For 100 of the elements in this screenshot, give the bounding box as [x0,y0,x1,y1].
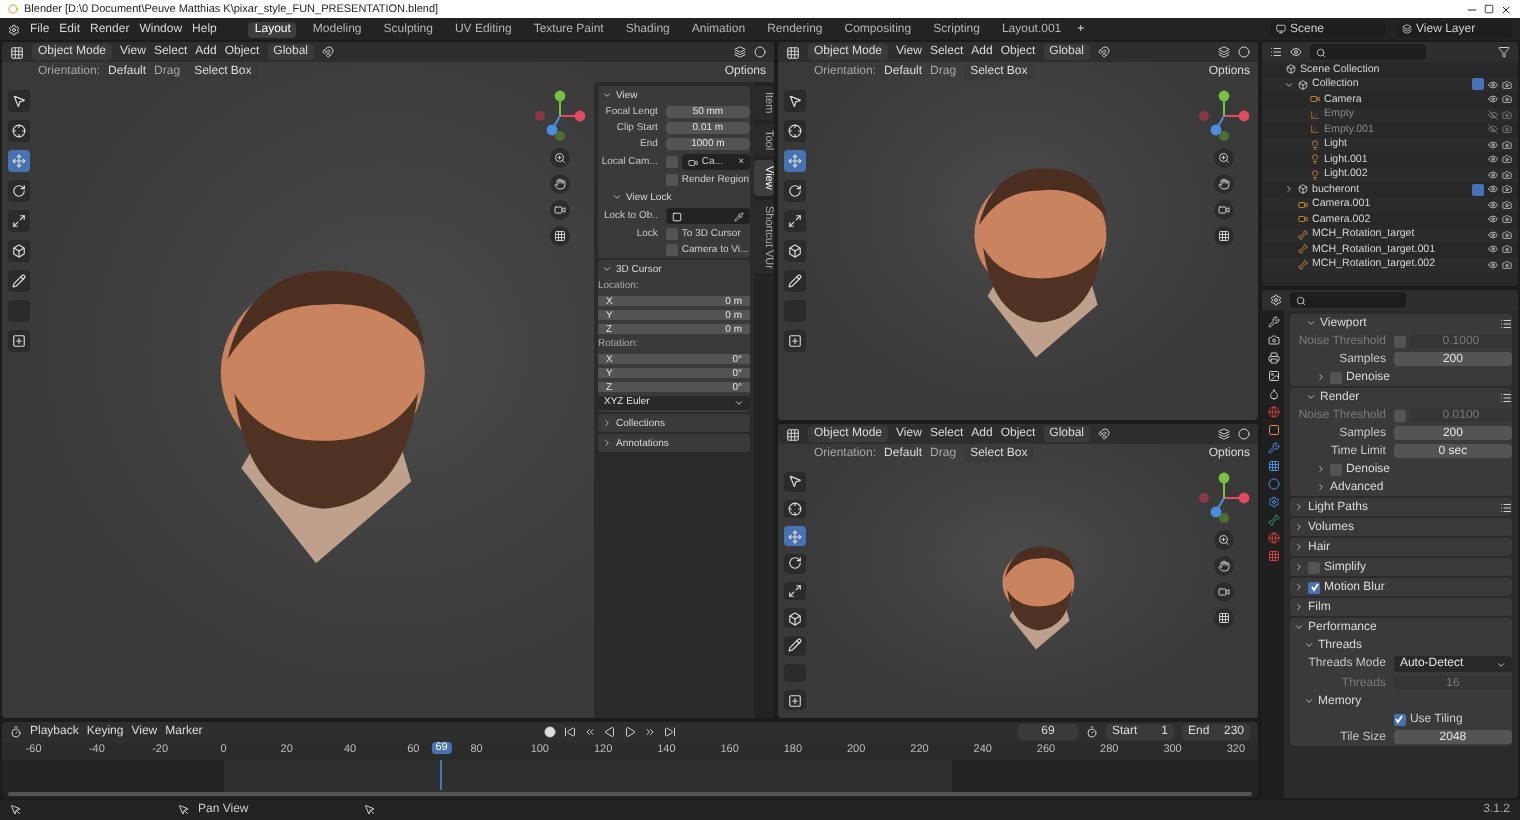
jump-start-icon[interactable] [564,726,577,738]
checkbox[interactable] [1472,78,1484,91]
collapse-caret-icon[interactable] [1294,582,1304,592]
collapse-caret-icon[interactable] [1316,372,1326,382]
checkbox[interactable] [1308,561,1320,573]
collapse-caret-icon[interactable] [1284,184,1294,195]
checkbox[interactable] [1330,463,1342,475]
axis-gizmo-icon[interactable] [1198,90,1250,142]
close-icon[interactable] [1500,3,1512,15]
play-reverse-icon[interactable] [604,726,617,738]
cursor-icon[interactable] [784,120,806,142]
eye-icon[interactable] [1488,184,1498,195]
camera-icon[interactable] [1214,200,1234,220]
collapse-caret-icon[interactable] [602,418,612,428]
camera-icon[interactable] [550,200,570,220]
prev-key-icon[interactable] [584,726,597,738]
transform-icon[interactable] [784,240,806,262]
list-icon[interactable] [1500,501,1512,513]
search-field[interactable] [1290,292,1406,308]
rotate-icon[interactable] [8,180,30,202]
grid-icon[interactable] [550,226,570,246]
pencil-icon[interactable] [784,636,806,656]
expand-caret-icon[interactable] [602,264,612,274]
record-icon[interactable] [544,726,557,738]
pencil-icon[interactable] [784,270,806,292]
checkbox[interactable] [1472,183,1484,196]
axis-gizmo-icon[interactable] [534,90,586,142]
add-cube-icon[interactable] [784,330,806,352]
rotate-icon[interactable] [784,180,806,202]
transform-icon[interactable] [8,240,30,262]
play-icon[interactable] [624,726,637,738]
eye-closed-icon[interactable] [1488,109,1498,120]
eye-closed-icon[interactable] [1488,124,1498,135]
hand-icon[interactable] [1214,556,1234,576]
checkbox[interactable] [1330,371,1342,383]
collapse-caret-icon[interactable] [1294,502,1304,512]
eye-icon[interactable] [1488,199,1498,210]
select-icon[interactable] [784,90,806,112]
zoom-icon[interactable] [550,148,570,168]
eye-icon[interactable] [1488,214,1498,225]
select-icon[interactable] [8,90,30,112]
scale-icon[interactable] [784,210,806,232]
eye-icon[interactable] [1488,94,1498,105]
expand-caret-icon[interactable] [1304,696,1314,706]
expand-caret-icon[interactable] [1306,392,1316,402]
select-icon[interactable] [784,472,806,492]
checkbox[interactable] [1393,713,1406,725]
hand-icon[interactable] [1214,174,1234,194]
hand-icon[interactable] [550,174,570,194]
collapse-caret-icon[interactable] [1294,602,1304,612]
eye-icon[interactable] [1488,154,1498,165]
collapse-caret-icon[interactable] [1316,464,1326,474]
search-field[interactable] [1310,44,1426,60]
move-icon[interactable] [784,150,806,172]
list-icon[interactable] [1500,391,1512,403]
expand-caret-icon[interactable] [1294,622,1304,632]
grid-icon[interactable] [1214,226,1234,246]
minimize-icon[interactable] [1466,3,1478,15]
viewport-panel[interactable] [0,40,776,720]
list-icon[interactable] [1500,317,1512,329]
expand-caret-icon[interactable] [1304,640,1314,650]
eye-icon[interactable] [1488,79,1498,90]
expand-caret-icon[interactable] [1284,79,1294,90]
scrollbar[interactable] [8,792,1252,796]
eye-icon[interactable] [1488,169,1498,180]
expand-caret-icon[interactable] [612,192,622,202]
cursor-icon[interactable] [784,499,806,519]
eye-icon[interactable] [1488,244,1498,255]
move-icon[interactable] [784,526,806,547]
scale-icon[interactable] [784,581,806,601]
expand-caret-icon[interactable] [602,90,612,100]
pencil-icon[interactable] [8,270,30,292]
transform-icon[interactable] [784,608,806,629]
collapse-caret-icon[interactable] [1294,542,1304,552]
checkbox[interactable] [665,174,678,186]
add-cube-icon[interactable] [784,690,806,711]
object-field[interactable] [665,208,750,224]
grid-icon[interactable] [1214,608,1234,628]
zoom-icon[interactable] [1214,148,1234,168]
move-icon[interactable] [8,150,30,172]
maximize-icon[interactable] [1484,4,1494,14]
collapse-caret-icon[interactable] [1294,562,1304,572]
checkbox[interactable] [665,156,678,168]
eye-icon[interactable] [1488,139,1498,150]
jump-end-icon[interactable] [664,726,677,738]
camera-icon[interactable] [1214,582,1234,602]
axis-gizmo-icon[interactable] [1198,472,1250,524]
add-cube-icon[interactable] [8,330,30,352]
checkbox[interactable] [665,228,678,240]
cursor-icon[interactable] [8,120,30,142]
checkbox[interactable] [1308,581,1320,593]
checkbox[interactable] [665,244,678,256]
collapse-caret-icon[interactable] [1316,482,1326,492]
eye-icon[interactable] [1488,229,1498,240]
collapse-caret-icon[interactable] [1294,522,1304,532]
expand-caret-icon[interactable] [1306,318,1316,328]
eye-icon[interactable] [1488,259,1498,270]
scale-icon[interactable] [8,210,30,232]
zoom-icon[interactable] [1214,530,1234,550]
rotate-icon[interactable] [784,554,806,574]
